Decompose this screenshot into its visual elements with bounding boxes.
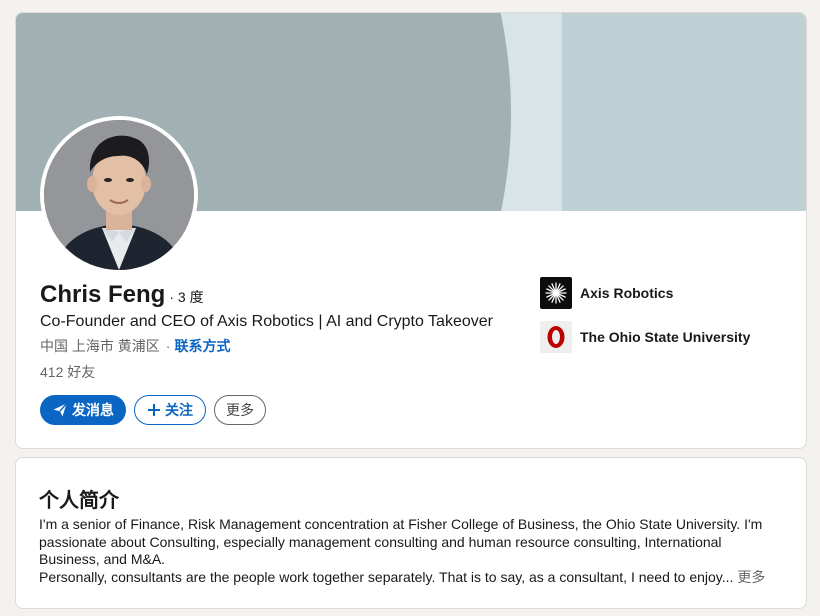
about-text: I'm a senior of Finance, Risk Management… xyxy=(39,516,784,586)
profile-headline: Co-Founder and CEO of Axis Robotics | AI… xyxy=(40,313,493,330)
profile-photo xyxy=(44,120,194,270)
connection-degree: · 3 度 xyxy=(169,289,204,305)
org-item-ohio-state[interactable]: The Ohio State University xyxy=(540,321,750,353)
about-title: 个人简介 xyxy=(39,490,119,512)
location-separator: · xyxy=(165,338,171,354)
location-text: 中国 上海市 黄浦区 xyxy=(40,338,160,354)
about-paragraph-truncated: Personally, consultants are the people w… xyxy=(39,569,784,587)
follow-button-label: 关注 xyxy=(165,402,193,418)
about-paragraph: I'm a senior of Finance, Risk Management… xyxy=(39,516,763,567)
name-row: Chris Feng · 3 度 xyxy=(40,281,204,309)
location-row: 中国 上海市 黄浦区 · 联系方式 xyxy=(40,336,230,356)
about-card: 个人简介 I'm a senior of Finance, Risk Manag… xyxy=(15,457,807,609)
avatar[interactable] xyxy=(44,120,194,270)
contact-info-link[interactable]: 联系方式 xyxy=(174,338,230,354)
message-button-label: 发消息 xyxy=(72,402,114,418)
see-more-link[interactable]: 更多 xyxy=(737,569,765,585)
send-icon xyxy=(53,403,68,417)
org-item-axis-robotics[interactable]: Axis Robotics xyxy=(540,277,673,309)
connections-count[interactable]: 412 好友 xyxy=(40,362,95,382)
profile-card: Chris Feng · 3 度 Co-Founder and CEO of A… xyxy=(15,12,807,449)
profile-photo-frame[interactable] xyxy=(40,116,198,274)
plus-icon xyxy=(148,404,160,416)
message-button[interactable]: 发消息 xyxy=(40,395,126,425)
more-button-label: 更多 xyxy=(226,402,254,418)
follow-button[interactable]: 关注 xyxy=(134,395,206,425)
axis-robotics-logo-icon xyxy=(540,277,572,309)
org-name: The Ohio State University xyxy=(580,329,751,345)
org-name: Axis Robotics xyxy=(580,285,674,301)
about-paragraph-text: Personally, consultants are the people w… xyxy=(39,568,734,585)
ohio-state-logo-icon xyxy=(540,321,572,353)
profile-name: Chris Feng xyxy=(40,281,166,308)
more-button[interactable]: 更多 xyxy=(214,395,266,425)
